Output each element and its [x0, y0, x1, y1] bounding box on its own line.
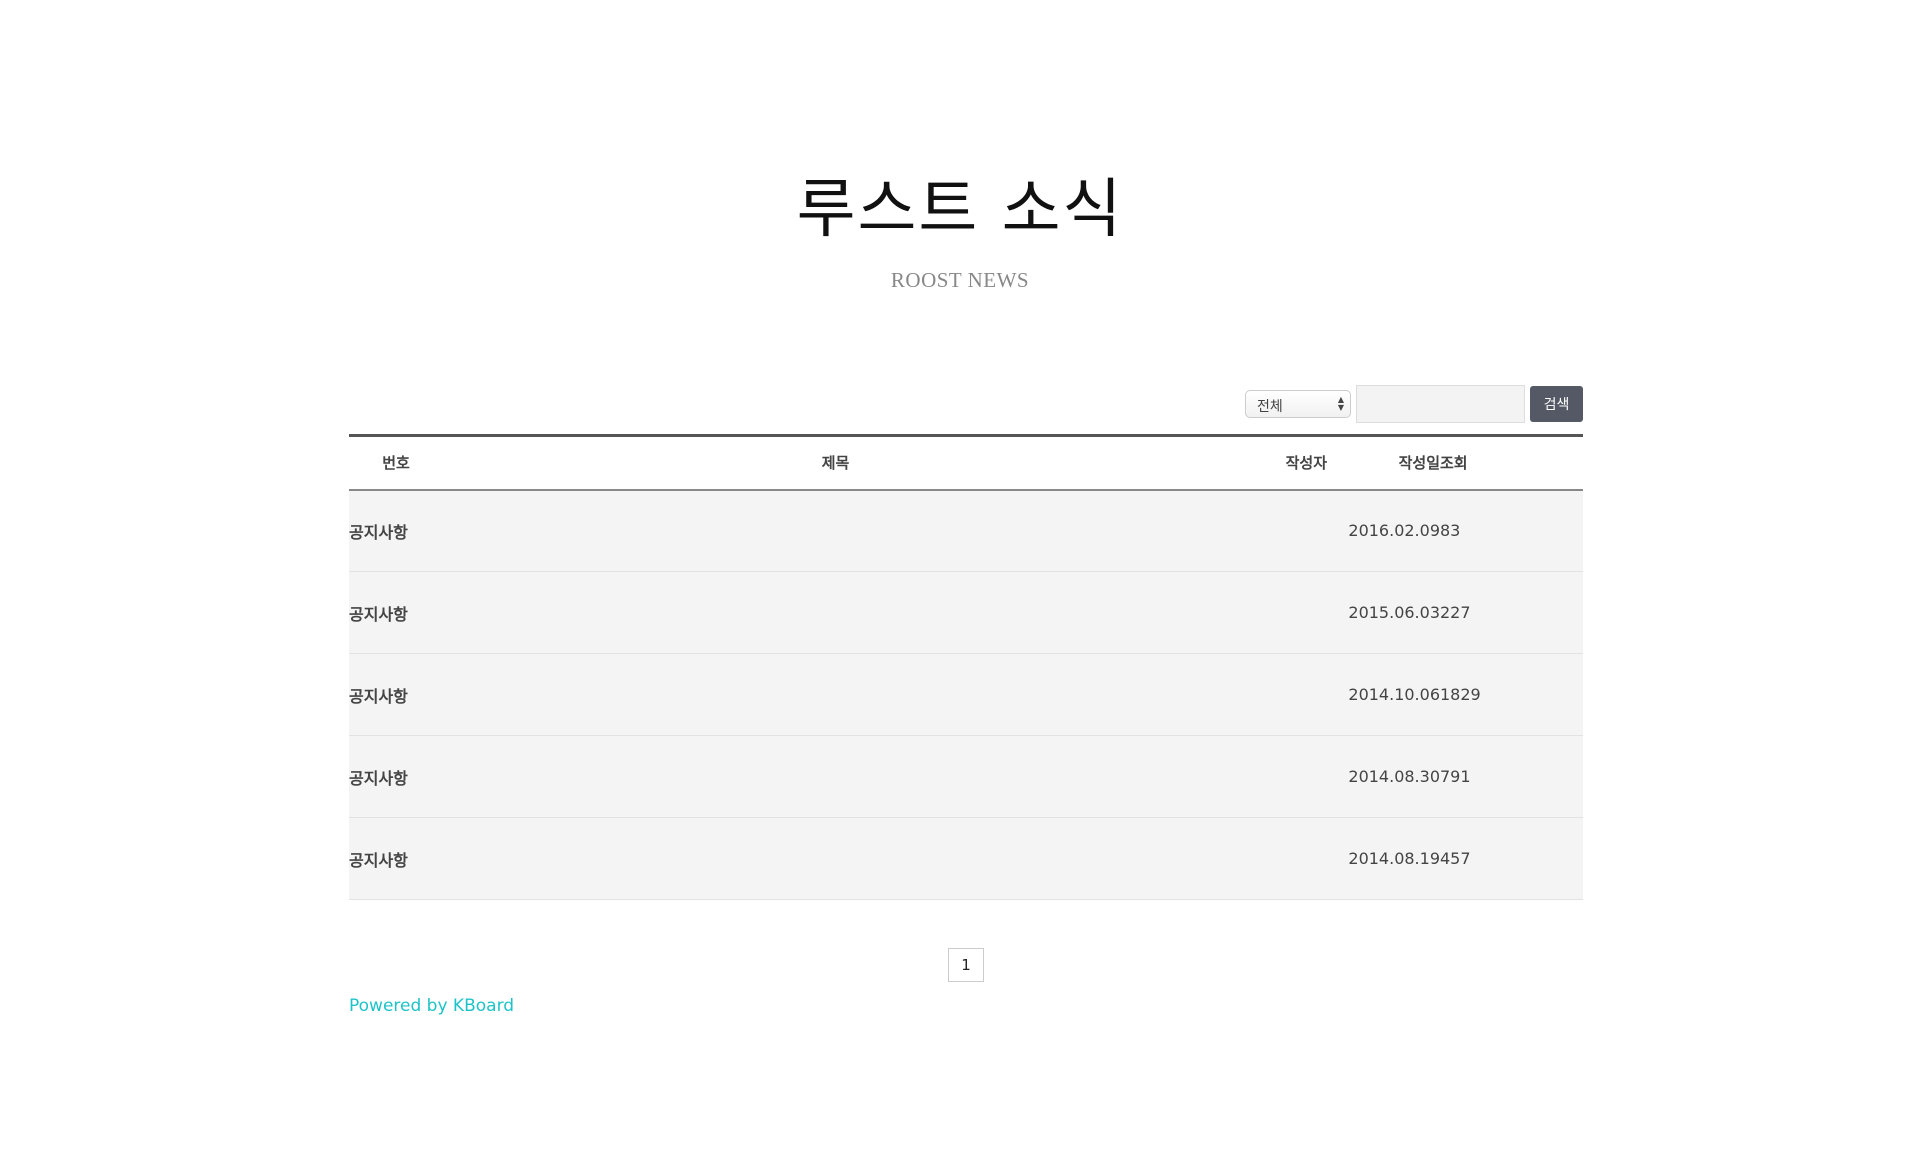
post-writer: [1228, 654, 1327, 736]
post-writer: [1228, 490, 1327, 572]
board: 전체 ▲ ▼ 검색 번호 제목 작성자 작성일 조회 공지사항 2016.02.…: [349, 384, 1583, 1016]
column-header-title: 제목: [821, 454, 850, 473]
page: 루스트 소식 ROOST NEWS 전체 ▲ ▼ 검색 번호 제목 작성자 작성일…: [0, 0, 1920, 1156]
column-header-num: 번호: [382, 454, 410, 473]
table-row[interactable]: 공지사항 2014.10.06 1829: [349, 653, 1583, 736]
table-row[interactable]: 공지사항 2016.02.09 83: [349, 489, 1583, 572]
select-arrows-icon: ▲ ▼: [1337, 395, 1344, 412]
column-header-views: 조회: [1440, 454, 1468, 473]
notice-label: 공지사항: [349, 768, 408, 788]
page-link-1[interactable]: 1: [948, 948, 984, 982]
post-views: 791: [1440, 767, 1471, 786]
table-row[interactable]: 공지사항 2014.08.30 791: [349, 735, 1583, 818]
search-bar: 전체 ▲ ▼ 검색: [349, 384, 1583, 424]
post-views: 1829: [1440, 685, 1481, 704]
notice-label: 공지사항: [349, 686, 408, 706]
post-title[interactable]: [443, 736, 1228, 818]
post-date: 2014.08.30: [1348, 767, 1440, 786]
table-row[interactable]: 공지사항 2015.06.03 227: [349, 571, 1583, 654]
table-header-row: 번호 제목 작성자 작성일 조회: [349, 435, 1583, 490]
post-writer: [1228, 736, 1327, 818]
post-date: 2015.06.03: [1348, 603, 1440, 622]
post-table: 번호 제목 작성자 작성일 조회 공지사항 2016.02.09 83 공지사항: [349, 434, 1583, 900]
post-title[interactable]: [443, 818, 1228, 900]
page-subtitle: ROOST NEWS: [890, 268, 1030, 292]
notice-label: 공지사항: [349, 522, 408, 542]
search-target-select[interactable]: 전체 ▲ ▼: [1245, 390, 1351, 418]
column-header-writer: 작성자: [1285, 454, 1327, 473]
post-writer: [1228, 572, 1327, 654]
post-title[interactable]: [443, 490, 1228, 572]
pagination: 1: [349, 948, 1583, 982]
post-writer: [1228, 818, 1327, 900]
post-date: 2016.02.09: [1348, 521, 1440, 541]
table-row[interactable]: 공지사항 2014.08.19 457: [349, 817, 1583, 900]
post-date: 2014.08.19: [1348, 849, 1440, 868]
notice-label: 공지사항: [349, 604, 408, 624]
post-title[interactable]: [443, 572, 1228, 654]
post-views: 457: [1440, 849, 1471, 868]
post-views: 83: [1440, 521, 1461, 541]
post-date: 2014.10.06: [1348, 685, 1440, 704]
search-input[interactable]: [1356, 385, 1525, 423]
post-title[interactable]: [443, 654, 1228, 736]
notice-label: 공지사항: [349, 850, 408, 870]
powered-by-link[interactable]: Powered by KBoard: [349, 996, 514, 1016]
column-header-date: 작성일: [1398, 454, 1440, 473]
search-target-value: 전체: [1257, 399, 1283, 415]
page-title: 루스트 소식: [796, 173, 1124, 247]
post-views: 227: [1440, 603, 1471, 622]
search-button[interactable]: 검색: [1530, 386, 1583, 422]
